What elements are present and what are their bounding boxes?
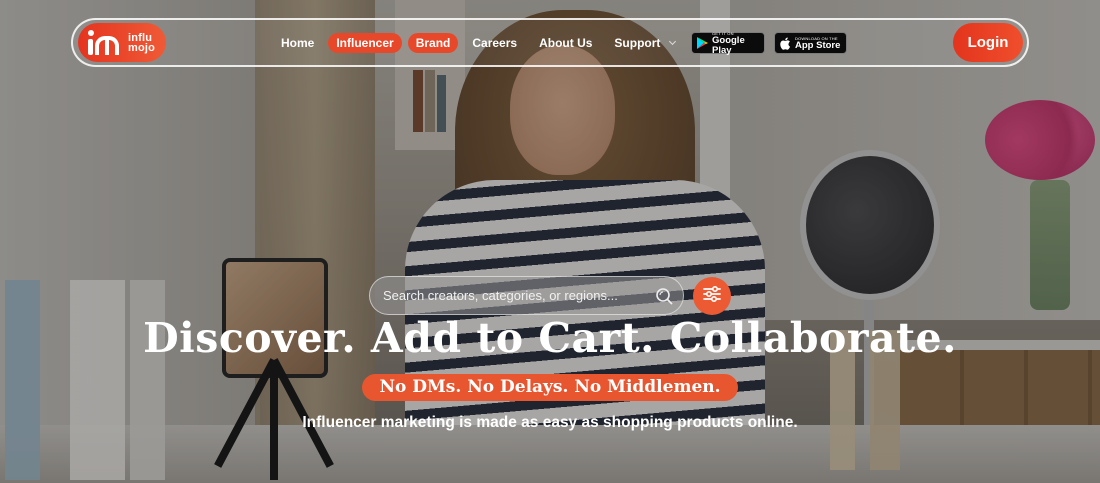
nav-careers[interactable]: Careers	[464, 33, 525, 53]
search-bar	[369, 276, 684, 315]
chevron-down-icon	[669, 37, 677, 45]
filter-button[interactable]	[693, 277, 731, 315]
nav-influencer[interactable]: Influencer	[328, 32, 402, 53]
nav-home[interactable]: Home	[273, 33, 322, 53]
apple-icon	[780, 37, 791, 50]
search-input[interactable]	[383, 288, 648, 303]
google-play-icon	[697, 37, 708, 49]
search-icon[interactable]	[655, 287, 673, 305]
hero-subline: Influencer marketing is made as easy as …	[302, 414, 798, 431]
login-button[interactable]: Login	[953, 23, 1023, 62]
google-play-big-text: Google Play	[712, 34, 745, 56]
hero-headline: Discover. Add to Cart. Collaborate.	[143, 314, 957, 362]
hero-tagline-badge: No DMs. No Delays. No Middlemen.	[362, 374, 738, 401]
nav-about-us[interactable]: About Us	[531, 33, 600, 53]
logo-wordmark: influ mojo	[128, 31, 156, 54]
influmojo-logo-icon	[88, 29, 122, 56]
google-play-button[interactable]: GET IT ON Google Play	[691, 31, 765, 56]
hero-overlay	[0, 0, 1100, 483]
nav-support-dropdown[interactable]: Support	[606, 33, 683, 53]
top-navbar: influ mojo Home Influencer Brand Careers…	[71, 18, 1029, 67]
hero-tagline-wrap: No DMs. No Delays. No Middlemen.	[0, 374, 1100, 401]
app-store-button[interactable]: Download on the App Store	[774, 32, 847, 54]
nav-support-label: Support	[614, 35, 661, 50]
filter-sliders-icon	[702, 285, 722, 308]
brand-logo[interactable]: influ mojo	[78, 23, 166, 62]
nav-links: Home Influencer Brand Careers About Us S…	[273, 20, 689, 65]
app-store-big-text: App Store	[795, 39, 841, 51]
nav-brand[interactable]: Brand	[407, 32, 459, 53]
